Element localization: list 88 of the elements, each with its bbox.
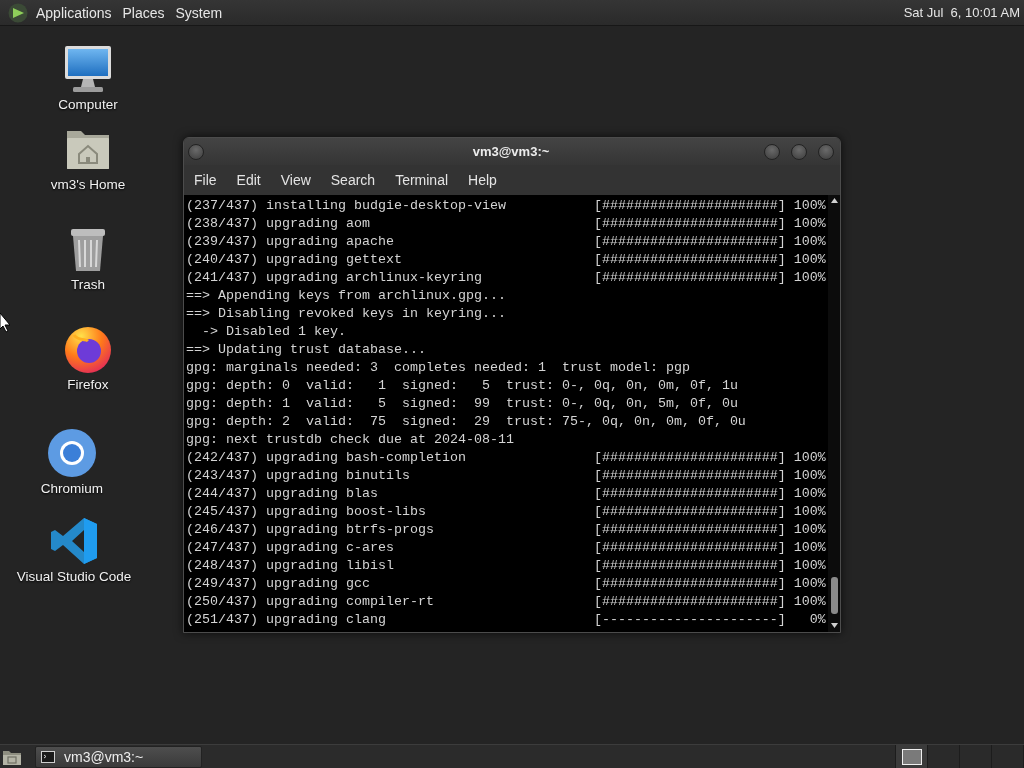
terminal-line: (250/437) upgrading compiler-rt — [186, 593, 435, 611]
vscode-icon — [50, 517, 98, 565]
progress-percent: 0% — [808, 611, 826, 629]
maximize-button[interactable] — [791, 143, 807, 160]
menu-item[interactable]: Terminal — [385, 165, 459, 195]
panel-menu[interactable]: Applications — [31, 1, 117, 24]
progress-meter-text: [######################] — [593, 467, 786, 485]
progress-meter-text: [######################] — [593, 503, 786, 521]
progress-percent: 100% — [793, 449, 826, 467]
progress-meter-text: [######################] — [593, 251, 786, 269]
terminal-line: gpg: depth: 2 valid: 75 signed: 29 trust: 75-, 0q, 0n, 0m, 0f, 0u — [186, 413, 746, 431]
desktop-icon-label[interactable]: Firefox — [67, 377, 109, 393]
progress-meter-text: [######################] — [593, 233, 786, 251]
firefox-icon — [64, 325, 112, 373]
desktop-icon-label[interactable]: Visual Studio Code — [16, 569, 132, 585]
terminal-line: gpg: next trustdb check due at 2024-08-11 — [186, 431, 514, 449]
progress-meter-text: [######################] — [593, 593, 786, 611]
progress-meter-text: [######################] — [593, 269, 786, 287]
terminal-line: (249/437) upgrading gcc — [186, 575, 371, 593]
progress-percent: 100% — [793, 593, 826, 611]
menu-item[interactable]: Edit — [226, 165, 271, 195]
logo-icon[interactable] — [8, 2, 28, 23]
terminal-line: ==> Updating trust database... — [186, 341, 426, 359]
terminal-line: gpg: depth: 0 valid: 1 signed: 5 trust: 0-, 0q, 0n, 0m, 0f, 1u — [186, 377, 738, 395]
desktop-icon-label[interactable]: Trash — [71, 277, 105, 293]
progress-meter-text: [######################] — [593, 215, 786, 233]
terminal-line: (237/437) installing budgie-desktop-view — [186, 197, 507, 215]
progress-meter-text: [######################] — [593, 197, 786, 215]
progress-percent: 100% — [793, 557, 826, 575]
terminal-line: (246/437) upgrading btrfs-progs — [186, 521, 435, 539]
terminal-line: gpg: depth: 1 valid: 5 signed: 99 trust: 0-, 0q, 0n, 5m, 0f, 0u — [186, 395, 738, 413]
progress-percent: 100% — [793, 521, 826, 539]
scrollbar-track[interactable] — [828, 195, 840, 632]
terminal-line: (247/437) upgrading c-ares — [186, 539, 395, 557]
panel-menu[interactable]: System — [170, 1, 228, 24]
computer-icon — [64, 45, 112, 93]
terminal-line: (241/437) upgrading archlinux-keyring — [186, 269, 483, 287]
progress-percent: 100% — [793, 539, 826, 557]
menu-item[interactable]: Help — [458, 165, 507, 195]
progress-meter-text: [######################] — [593, 485, 786, 503]
minimize-button[interactable] — [764, 143, 780, 160]
progress-meter-text: [######################] — [593, 539, 786, 557]
progress-percent: 100% — [793, 251, 826, 269]
chromium-icon — [48, 429, 96, 477]
progress-meter-text: [----------------------] — [593, 611, 786, 629]
scrollbar-thumb[interactable] — [830, 577, 838, 614]
progress-meter-text: [######################] — [593, 449, 786, 467]
desktop-icon-label[interactable]: vm3's Home — [50, 177, 126, 193]
progress-percent: 100% — [793, 215, 826, 233]
close-button[interactable] — [818, 143, 834, 160]
menu-item[interactable]: File — [184, 165, 227, 195]
taskbar-button[interactable]: vm3@vm3:~ — [35, 745, 202, 768]
terminal-line: (242/437) upgrading bash-completion — [186, 449, 467, 467]
terminal-line: (243/437) upgrading binutils — [186, 467, 411, 485]
terminal-line: (245/437) upgrading boost-libs — [186, 503, 427, 521]
menu-item[interactable]: View — [270, 165, 321, 195]
window-title: vm3@vm3:~ — [472, 144, 550, 159]
terminal-line: (240/437) upgrading gettext — [186, 251, 403, 269]
terminal-line: (239/437) upgrading apache — [186, 233, 395, 251]
clock[interactable]: Sat Jul 6, 10:01 AM — [903, 3, 1020, 22]
progress-meter-text: [######################] — [593, 521, 786, 539]
progress-percent: 100% — [793, 197, 826, 215]
scroll-down-icon[interactable] — [830, 623, 838, 628]
progress-meter-text: [######################] — [593, 575, 786, 593]
desktop-icon-label[interactable]: Chromium — [40, 481, 104, 497]
terminal-line: (244/437) upgrading blas — [186, 485, 379, 503]
terminal-line: (238/437) upgrading aom — [186, 215, 371, 233]
window-menu-button[interactable] — [188, 143, 204, 160]
terminal-line: -> Disabled 1 key. — [201, 323, 346, 341]
terminal-line: ==> Appending keys from archlinux.gpg... — [186, 287, 506, 305]
progress-percent: 100% — [793, 233, 826, 251]
terminal-line: ==> Disabling revoked keys in keyring... — [186, 305, 506, 323]
menu-item[interactable]: Search — [320, 165, 386, 195]
progress-percent: 100% — [793, 467, 826, 485]
desktop-icon-label[interactable]: Computer — [58, 97, 118, 113]
progress-percent: 100% — [793, 485, 826, 503]
progress-meter-text: [######################] — [593, 557, 786, 575]
progress-percent: 100% — [793, 269, 826, 287]
progress-percent: 100% — [793, 575, 826, 593]
terminal-line: (251/437) upgrading clang — [186, 611, 387, 629]
panel-menu[interactable]: Places — [117, 1, 170, 24]
scroll-up-icon[interactable] — [830, 198, 838, 203]
terminal-line: (248/437) upgrading libisl — [186, 557, 395, 575]
terminal-icon — [41, 750, 55, 763]
workspace[interactable] — [896, 745, 928, 768]
mouse-pointer-icon — [0, 313, 10, 333]
terminal-line: gpg: marginals needed: 3 completes needed: 1 trust model: pgp — [186, 359, 690, 377]
progress-percent: 100% — [793, 503, 826, 521]
